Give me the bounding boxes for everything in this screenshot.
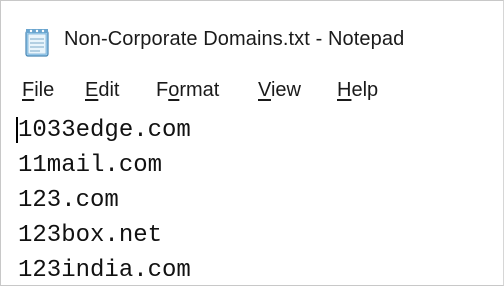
menu-format[interactable]: Format [156,79,219,102]
menu-view[interactable]: View [258,79,301,102]
menu-view-rest: iew [270,79,301,101]
editor-line[interactable]: 11mail.com [18,152,162,180]
text-editor[interactable]: 1033edge.com 11mail.com 123.com 123box.n… [1,109,503,285]
menu-edit-mnemonic: E [85,79,99,101]
menu-bar: File Edit Format View Help [1,75,503,107]
editor-line[interactable]: 123india.com [18,257,191,285]
editor-line[interactable]: 123.com [18,187,119,215]
menu-format-rest: rmat [179,79,220,101]
editor-line[interactable]: 1033edge.com [18,117,191,145]
notepad-icon [25,29,49,57]
menu-file-rest: ile [34,79,55,101]
menu-view-mnemonic: V [258,79,271,101]
menu-help-rest: elp [351,79,379,101]
editor-line[interactable]: 123box.net [18,222,162,250]
notepad-window: Non-Corporate Domains.txt - Notepad File… [0,0,504,286]
menu-file[interactable]: File [22,79,54,102]
menu-file-mnemonic: F [22,79,35,101]
title-bar[interactable]: Non-Corporate Domains.txt - Notepad [1,1,503,71]
menu-format-mnemonic: o [168,79,180,101]
menu-format-pre: F [156,79,169,101]
menu-edit[interactable]: Edit [85,79,119,102]
window-title: Non-Corporate Domains.txt - Notepad [64,28,405,50]
menu-help-mnemonic: H [337,79,352,101]
menu-edit-rest: dit [98,79,120,101]
menu-help[interactable]: Help [337,79,378,102]
